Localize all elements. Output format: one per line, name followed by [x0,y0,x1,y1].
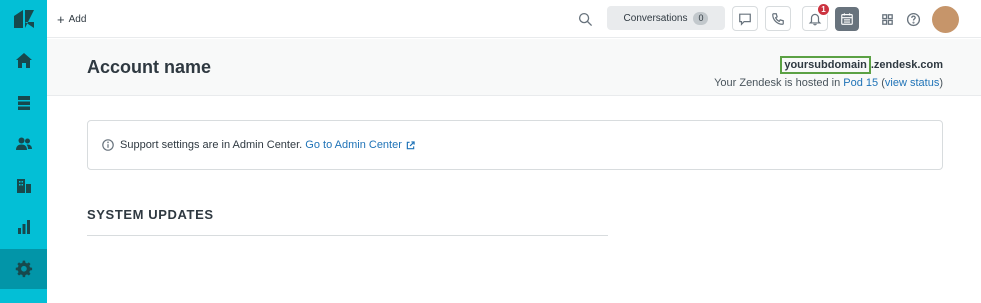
calendar-icon [841,13,853,25]
subdomain-highlight: yoursubdomain [780,56,871,74]
domain-suffix: .zendesk.com [870,59,943,71]
hosted-prefix: Your Zendesk is hosted in [714,77,844,89]
conversations-button[interactable]: Conversations 0 [607,6,725,30]
pod-link[interactable]: Pod 15 [843,77,878,89]
admin-center-notice: Support settings are in Admin Center. Go… [87,120,943,170]
plus-icon: + [57,11,65,27]
section-divider [87,235,608,236]
apps-grid-icon [881,13,893,25]
chat-bubble-icon [739,13,751,26]
sidebar-item-admin[interactable] [0,249,47,289]
account-domain: yoursubdomain .zendesk.com [780,56,943,74]
sidebar-item-home[interactable] [0,41,47,81]
admin-gear-icon [15,260,32,278]
reporting-icon [17,220,30,234]
view-status-link[interactable]: view status [885,77,939,89]
page-title: Account name [87,57,212,77]
help-icon [906,12,920,26]
home-icon [15,53,32,68]
sidebar-item-reporting[interactable] [0,207,47,247]
conversations-label: Conversations [623,12,688,24]
go-to-admin-center-link[interactable]: Go to Admin Center [305,139,402,151]
help-button[interactable] [901,7,925,31]
sidebar-item-customers[interactable] [0,124,47,164]
apps-button[interactable] [875,7,899,31]
phone-icon [772,12,784,25]
search-icon [578,12,592,26]
system-updates-heading: SYSTEM UPDATES [87,207,214,222]
add-button[interactable]: + Add [57,11,86,27]
zendesk-logo[interactable] [0,0,47,38]
account-header: Account name yoursubdomain .zendesk.com Y… [47,39,981,96]
hosting-info: Your Zendesk is hosted in Pod 15 (view s… [714,77,943,89]
info-icon [102,139,114,151]
customers-icon [15,137,32,150]
views-icon [17,96,30,110]
notification-count-badge: 1 [817,3,830,16]
organizations-icon [16,179,31,193]
add-button-label: Add [68,13,87,25]
sidebar-item-organizations[interactable] [0,166,47,206]
calendar-app-button[interactable] [835,7,859,31]
search-button[interactable] [573,7,597,31]
top-bar: + Add Conversations 0 1 [47,0,981,38]
notice-text: Support settings are in Admin Center. [120,139,303,151]
sidebar-item-views[interactable] [0,83,47,123]
conversations-count-badge: 0 [693,11,709,25]
chat-button[interactable] [732,6,758,31]
external-link-icon [406,140,415,150]
user-avatar[interactable] [932,6,959,33]
zendesk-logo-icon [13,10,34,28]
sidebar [0,0,47,303]
talk-button[interactable] [765,6,791,31]
